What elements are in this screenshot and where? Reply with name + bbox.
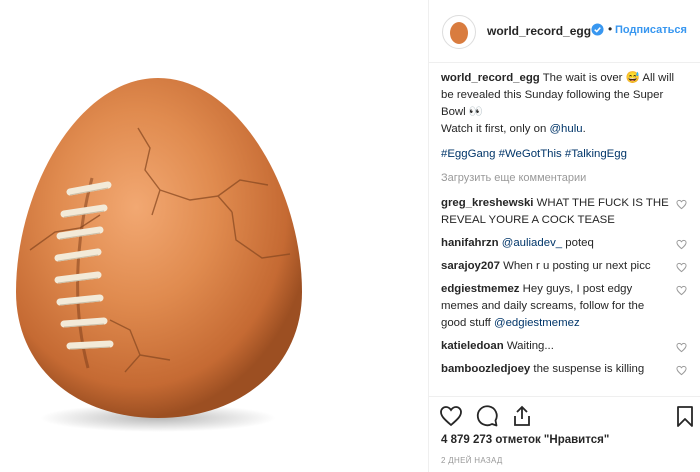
comment-item: hanifahrzn @auliadev_ poteq bbox=[441, 235, 687, 252]
caption-mention[interactable]: @hulu bbox=[549, 123, 582, 135]
comment-username[interactable]: hanifahrzn bbox=[441, 237, 499, 249]
caption-emoji-2: 👀 bbox=[468, 106, 484, 118]
action-bar bbox=[429, 396, 700, 437]
likes-count[interactable]: 4 879 273 отметок "Нравится" bbox=[441, 434, 609, 446]
comment-item: sarajoy207 When r u posting ur next picc bbox=[441, 258, 687, 275]
heart-icon[interactable] bbox=[439, 404, 463, 428]
comment-like-heart-icon[interactable] bbox=[676, 365, 687, 376]
comment-like-heart-icon[interactable] bbox=[676, 199, 687, 210]
comment-text: When r u posting ur next picc bbox=[499, 260, 651, 272]
comment-text: Waiting... bbox=[503, 340, 554, 352]
comment-username[interactable]: greg_kreshewski bbox=[441, 197, 533, 209]
comment-username[interactable]: katieledoan bbox=[441, 340, 504, 352]
load-more-comments-button[interactable]: Загрузить еще комментарии bbox=[441, 170, 687, 187]
comment-username[interactable]: sarajoy207 bbox=[441, 260, 500, 272]
comment-item: bamboozledjoey the suspense is killing bbox=[441, 361, 687, 378]
comment-like-heart-icon[interactable] bbox=[676, 285, 687, 296]
comment-icon[interactable] bbox=[475, 404, 499, 428]
comment-item: edgiestmemez Hey guys, I post edgy memes… bbox=[441, 281, 687, 332]
comment-username[interactable]: bamboozledjoey bbox=[441, 363, 530, 375]
header-separator: • bbox=[608, 22, 613, 36]
caption-text-1: The wait is over bbox=[539, 72, 626, 84]
follow-button[interactable]: Подписаться bbox=[615, 24, 687, 36]
caption-line-2-end: . bbox=[582, 123, 586, 135]
egg-image bbox=[16, 78, 302, 432]
post-date: 2 ДНЕЙ НАЗАД bbox=[441, 456, 503, 465]
comment-like-heart-icon[interactable] bbox=[676, 262, 687, 273]
verified-icon bbox=[591, 23, 604, 36]
post-header: world_record_egg • Подписаться bbox=[429, 0, 700, 63]
comment-like-heart-icon[interactable] bbox=[676, 239, 687, 250]
bookmark-icon[interactable] bbox=[673, 404, 697, 428]
comment-text: poteq bbox=[562, 237, 594, 249]
comment-item: greg_kreshewski WHAT THE FUCK IS THE REV… bbox=[441, 195, 687, 229]
caption-hashtags[interactable]: #EggGang #WeGotThis #TalkingEgg bbox=[441, 146, 687, 163]
egg-avatar-icon bbox=[450, 22, 468, 44]
caption-line-2: Watch it first, only on bbox=[441, 123, 550, 135]
comments-list[interactable]: world_record_egg The wait is over 😅 All … bbox=[441, 70, 687, 396]
caption: world_record_egg The wait is over 😅 All … bbox=[441, 70, 687, 163]
comment-text: the suspense is killing bbox=[530, 363, 645, 375]
comment-item: katieledoan Waiting... bbox=[441, 338, 687, 355]
header-username[interactable]: world_record_egg bbox=[487, 24, 591, 38]
comment-mention[interactable]: @auliadev_ bbox=[502, 237, 562, 249]
comment-username[interactable]: edgiestmemez bbox=[441, 283, 520, 295]
caption-emoji-1: 😅 bbox=[625, 72, 640, 84]
comment-mention[interactable]: @edgiestmemez bbox=[494, 317, 580, 329]
post-image[interactable] bbox=[0, 0, 429, 472]
post-sidebar: world_record_egg • Подписаться world_rec… bbox=[429, 0, 700, 472]
comment-like-heart-icon[interactable] bbox=[676, 342, 687, 353]
avatar[interactable] bbox=[442, 15, 476, 49]
share-icon[interactable] bbox=[510, 404, 534, 428]
caption-username[interactable]: world_record_egg bbox=[441, 72, 540, 84]
